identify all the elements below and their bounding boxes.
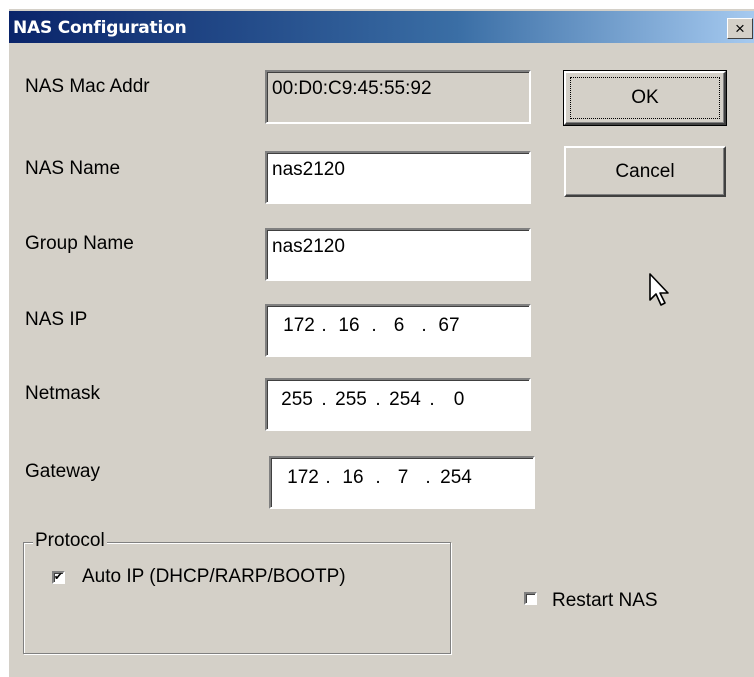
gateway-label: Gateway [25, 461, 100, 482]
group-name-value: nas2120 [272, 236, 345, 257]
protocol-group [23, 542, 451, 654]
close-icon: × [735, 18, 745, 38]
close-button[interactable]: × [727, 18, 753, 39]
nas-name-input[interactable]: nas2120 [265, 151, 531, 204]
mac-addr-field: 00:D0:C9:45:55:92 [265, 70, 531, 124]
cancel-button[interactable]: Cancel [564, 146, 726, 197]
group-name-label: Group Name [25, 233, 134, 254]
mac-addr-label: NAS Mac Addr [25, 76, 150, 97]
title-bar: NAS Configuration × [9, 11, 754, 43]
ip-octet: 67 [438, 315, 460, 336]
ip-dot: . [429, 389, 435, 410]
mouse-pointer-icon [649, 273, 669, 306]
nas-name-label: NAS Name [25, 158, 121, 179]
gateway-input[interactable]: 172. 16. 7. 254 [269, 456, 535, 509]
ok-button[interactable]: OK [563, 70, 727, 126]
nas-ip-label: NAS IP [25, 309, 88, 330]
ip-octet: 7 [397, 467, 409, 488]
ip-octet: 255 [281, 389, 313, 410]
restart-nas-checkbox[interactable] [524, 592, 537, 605]
ip-dot: . [325, 467, 331, 488]
restart-nas-label[interactable]: Restart NAS [552, 590, 658, 612]
ip-octet: 254 [440, 467, 472, 488]
netmask-label: Netmask [25, 383, 100, 404]
ip-octet: 255 [335, 389, 367, 410]
ip-dot: . [321, 389, 327, 410]
ip-dot: . [371, 315, 377, 336]
protocol-group-label: Protocol [33, 530, 107, 552]
checkmark-icon: ✔ [53, 571, 64, 583]
group-name-input[interactable]: nas2120 [265, 228, 531, 281]
nas-name-value: nas2120 [272, 159, 345, 180]
ip-octet: 16 [338, 315, 360, 336]
ip-octet: 172 [283, 315, 315, 336]
ip-octet: 172 [287, 467, 319, 488]
ip-dot: . [375, 467, 381, 488]
cancel-button-label: Cancel [615, 160, 675, 182]
ip-octet: 16 [342, 467, 364, 488]
netmask-input[interactable]: 255. 255. 254. 0 [265, 378, 531, 431]
ip-dot: . [321, 315, 327, 336]
window-title: NAS Configuration [13, 18, 187, 38]
auto-ip-label[interactable]: Auto IP (DHCP/RARP/BOOTP) [82, 566, 346, 588]
ip-dot: . [421, 315, 427, 336]
ip-octet: 254 [389, 389, 421, 410]
ip-octet: 6 [393, 315, 405, 336]
ip-octet: 0 [453, 389, 465, 410]
focus-rect [570, 77, 720, 119]
ip-dot: . [375, 389, 381, 410]
ip-dot: . [425, 467, 431, 488]
nas-ip-input[interactable]: 172. 16. 6. 67 [265, 304, 531, 357]
mac-addr-value: 00:D0:C9:45:55:92 [272, 78, 432, 99]
auto-ip-checkbox[interactable]: ✔ [52, 571, 65, 584]
